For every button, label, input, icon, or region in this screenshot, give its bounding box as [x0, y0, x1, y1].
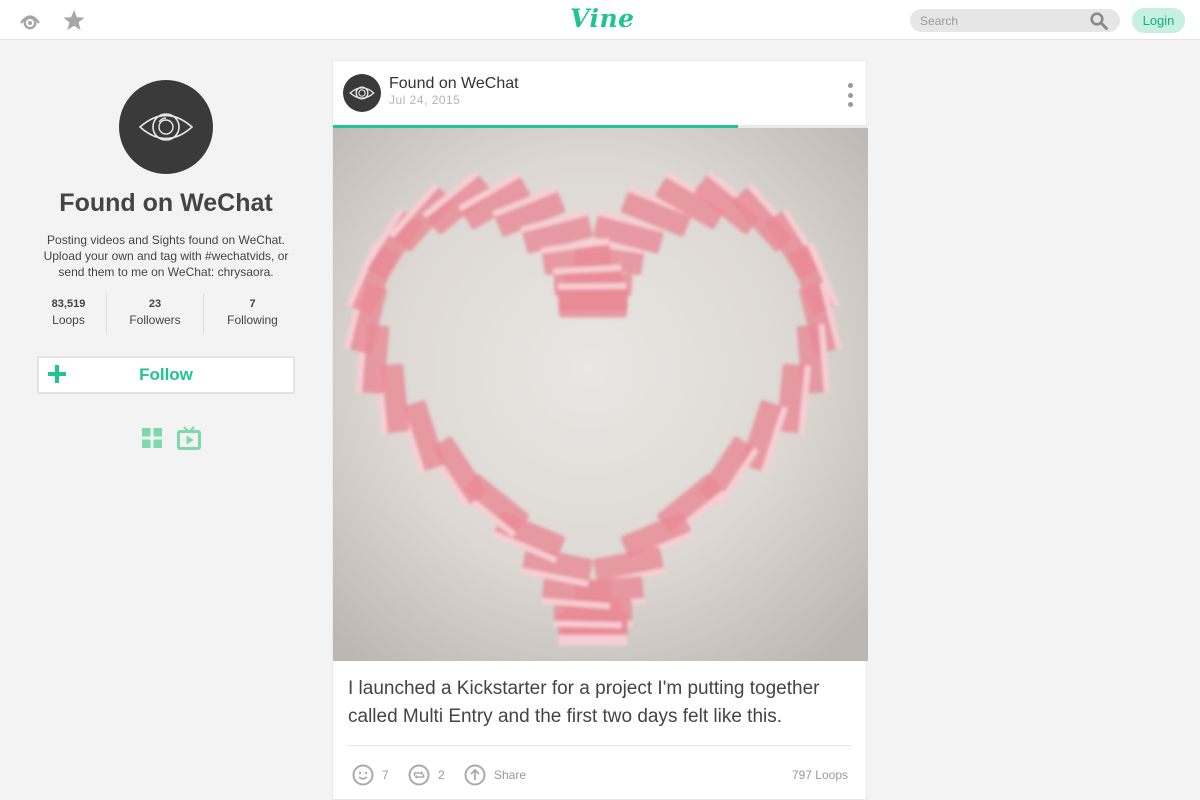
login-button[interactable]: Login	[1132, 8, 1185, 33]
profile-name: Found on WeChat	[59, 189, 273, 217]
share-button[interactable]: Share	[464, 764, 526, 786]
eye-logo-icon	[349, 86, 375, 100]
post-author[interactable]: Found on WeChat	[389, 75, 519, 93]
revine-count: 2	[438, 768, 445, 782]
post-avatar[interactable]	[343, 74, 381, 112]
view-toggle-group	[38, 426, 302, 450]
post-caption: I launched a Kickstarter for a project I…	[348, 678, 820, 727]
top-navigation-bar: Vine Login	[0, 0, 1200, 40]
revine-icon	[408, 764, 430, 786]
star-icon[interactable]	[63, 9, 85, 31]
post-date: Jul 24, 2015	[389, 93, 461, 107]
like-button[interactable]: 7	[352, 764, 389, 786]
popular-eye-icon[interactable]	[19, 9, 41, 31]
post-card: Found on WeChat Jul 24, 2015 I launched …	[332, 60, 868, 800]
eye-logo-icon	[138, 113, 194, 141]
search-icon[interactable]	[1090, 11, 1108, 30]
like-count: 7	[382, 768, 389, 782]
profile-bio: Posting videos and Sights found on WeCha…	[43, 233, 289, 279]
post-header: Found on WeChat Jul 24, 2015	[333, 61, 866, 125]
follow-button[interactable]: Follow	[37, 356, 295, 394]
stat-label: Loops	[52, 313, 85, 327]
stat-label: Following	[227, 313, 278, 327]
tv-view-icon[interactable]	[176, 426, 201, 450]
more-options-icon[interactable]	[844, 83, 856, 107]
stat-label: Followers	[129, 313, 181, 327]
stat-value: 7	[249, 298, 256, 310]
stat-followers[interactable]: 23 Followers	[107, 294, 204, 334]
search-input[interactable]	[920, 13, 1090, 28]
vine-logo[interactable]: Vine	[570, 4, 635, 33]
search-box	[910, 9, 1120, 32]
video-frame-image	[333, 128, 868, 661]
smiley-like-icon	[352, 764, 374, 786]
profile-stats: 83,519 Loops 23 Followers 7 Following	[30, 294, 302, 334]
loops-count: 797 Loops	[791, 768, 848, 782]
stat-value: 83,519	[51, 298, 86, 310]
stat-following[interactable]: 7 Following	[204, 294, 301, 334]
grid-view-icon[interactable]	[140, 426, 164, 450]
post-actions: 7 2 Share 797 Loops	[333, 746, 866, 800]
stat-loops: 83,519 Loops	[31, 294, 107, 334]
stat-value: 23	[148, 298, 162, 310]
follow-label: Follow	[139, 365, 193, 384]
share-arrow-icon	[464, 764, 486, 786]
revine-button[interactable]: 2	[408, 764, 445, 786]
video-player[interactable]	[333, 128, 868, 661]
avatar[interactable]	[119, 80, 213, 174]
profile-panel: Found on WeChat Posting videos and Sight…	[30, 80, 302, 450]
share-label: Share	[494, 768, 527, 782]
plus-icon	[48, 365, 66, 383]
